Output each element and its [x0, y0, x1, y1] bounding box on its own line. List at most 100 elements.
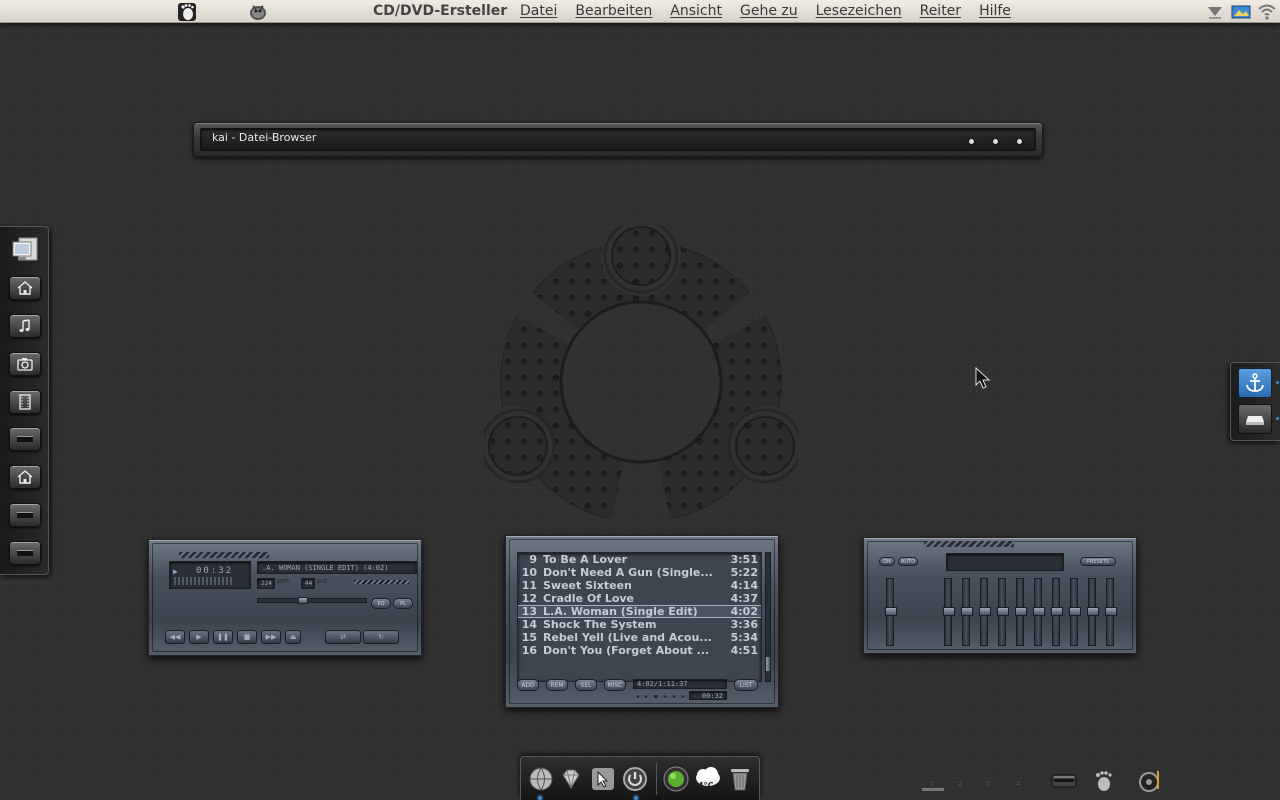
eject-button[interactable]: ⏏ — [285, 630, 301, 644]
drive-icon[interactable] — [1051, 768, 1077, 794]
equalizer-window[interactable]: ON AUTO PRESETS — [863, 537, 1137, 654]
play-button[interactable]: ▶ — [189, 630, 209, 644]
equalizer-grip[interactable] — [924, 541, 1014, 547]
anchor-icon[interactable] — [1238, 368, 1272, 398]
volume-slider[interactable] — [354, 580, 409, 584]
playlist-misc-button[interactable]: MISC — [604, 679, 626, 691]
power-icon[interactable] — [621, 765, 649, 793]
gnome-foot-icon[interactable] — [176, 1, 198, 22]
playlist-row-selected[interactable]: 13 L.A. Woman (Single Edit) 4:02 — [518, 605, 761, 618]
playlist-row[interactable]: 11 Sweet Sixteen 4:14 — [518, 579, 761, 592]
home-folder-icon[interactable] — [9, 276, 41, 300]
menu-lesezeichen[interactable]: Lesezeichen — [816, 3, 902, 19]
computer-icon[interactable] — [9, 235, 41, 265]
playlist-row[interactable]: 12 Cradle Of Love 4:37 — [518, 592, 761, 605]
shuffle-button[interactable]: ⇄ — [325, 630, 361, 644]
eq-toggle-button[interactable]: EQ — [371, 598, 391, 609]
menu-reiter[interactable]: Reiter — [920, 3, 961, 19]
menu-hilfe[interactable]: Hilfe — [979, 3, 1011, 19]
playlist-row[interactable]: 10 Don't Need A Gun (Single... 5:22 — [518, 566, 761, 579]
elapsed-time: 00:32 — [196, 566, 234, 576]
eq-band-slider[interactable] — [1051, 578, 1063, 646]
workspace-3[interactable]: 3 — [986, 780, 990, 788]
eq-band-slider[interactable] — [979, 578, 991, 646]
workspace-2[interactable]: 2 — [958, 780, 962, 788]
eq-band-slider[interactable] — [1015, 578, 1027, 646]
playlist-row[interactable]: 15 Rebel Yell (Live and Acou... 5:34 — [518, 631, 761, 644]
playlist-row[interactable]: 9 To Be A Lover 3:51 — [518, 553, 761, 566]
eq-band-slider[interactable] — [1033, 578, 1045, 646]
track-title: To Be A Lover — [543, 553, 628, 566]
workspace-1[interactable]: 1 — [930, 780, 934, 788]
eq-band-slider[interactable] — [961, 578, 973, 646]
menu-ansicht[interactable]: Ansicht — [670, 3, 722, 19]
gimp-icon[interactable] — [247, 1, 269, 22]
playlist-mini-controls[interactable]: ◂ ▸ ▪ ▸ ▸ ▸ — [636, 693, 687, 700]
home-folder-icon[interactable] — [9, 465, 41, 489]
visualizer — [174, 577, 234, 585]
playlist-elapsed: 00:32 — [689, 691, 727, 700]
pointer-icon[interactable] — [589, 765, 617, 793]
drive-icon[interactable] — [9, 503, 41, 527]
repeat-button[interactable]: ↻ — [363, 630, 399, 644]
playlist-select-button[interactable]: SEL — [575, 679, 597, 691]
menu-gehe-zu[interactable]: Gehe zu — [740, 3, 798, 19]
eq-auto-button[interactable]: AUTO — [898, 557, 918, 566]
videos-folder-icon[interactable] — [9, 390, 41, 414]
player-grip[interactable] — [179, 552, 269, 558]
drive-icon[interactable] — [9, 541, 41, 565]
pl-toggle-button[interactable]: PL — [393, 598, 413, 609]
playlist-row[interactable]: 16 Don't You (Forget About ... 4:51 — [518, 644, 761, 657]
eq-band-slider[interactable] — [1069, 578, 1081, 646]
download-icon[interactable] — [1204, 1, 1226, 22]
eq-band-slider[interactable] — [1105, 578, 1117, 646]
previous-button[interactable]: ◀◀ — [165, 630, 185, 644]
trash-icon[interactable] — [726, 765, 754, 793]
track-title: Cradle Of Love — [543, 592, 635, 605]
eq-band-slider[interactable] — [943, 578, 955, 646]
display-icon[interactable] — [1230, 1, 1252, 22]
khz-label: KHZ — [317, 579, 328, 585]
menu-datei[interactable]: Datei — [520, 3, 557, 19]
next-button[interactable]: ▶▶ — [261, 630, 281, 644]
scrollbar-thumb[interactable] — [766, 657, 770, 671]
playlist-remove-button[interactable]: REM — [546, 679, 568, 691]
workspace-active-indicator — [922, 788, 944, 791]
running-indicator — [634, 796, 638, 800]
pictures-folder-icon[interactable] — [9, 352, 41, 376]
ubuntu-logo-wallpaper — [484, 226, 798, 518]
maximize-button[interactable] — [993, 139, 998, 144]
file-browser-titlebar[interactable]: kai - Datei-Browser — [200, 128, 1036, 151]
file-browser-window[interactable]: kai - Datei-Browser — [193, 122, 1043, 157]
eq-band-slider[interactable] — [997, 578, 1009, 646]
globe-icon[interactable] — [527, 765, 555, 793]
wifi-icon[interactable] — [1256, 1, 1278, 22]
drive-icon[interactable] — [9, 427, 41, 451]
pause-button[interactable]: ❚❚ — [213, 630, 233, 644]
playlist-list-button[interactable]: LIST — [734, 679, 758, 691]
eq-on-button[interactable]: ON — [879, 557, 895, 566]
playlist-scrollbar[interactable] — [765, 552, 771, 682]
gnome-foot-icon[interactable] — [1090, 768, 1116, 794]
green-orb-icon[interactable] — [662, 765, 690, 793]
stop-button[interactable]: ■ — [237, 630, 257, 644]
playlist-window[interactable]: 9 To Be A Lover 3:51 10 Don't Need A Gun… — [505, 535, 779, 708]
eq-band-slider[interactable] — [1087, 578, 1099, 646]
seek-handle[interactable] — [298, 597, 308, 604]
gem-icon[interactable] — [557, 765, 585, 793]
volume-icon[interactable] — [1137, 768, 1163, 794]
seek-bar[interactable] — [257, 597, 367, 604]
music-folder-icon[interactable] — [9, 314, 41, 338]
close-button[interactable] — [1017, 139, 1022, 144]
workspace-4[interactable]: 4 — [1016, 780, 1020, 788]
playlist-track-list[interactable]: 9 To Be A Lover 3:51 10 Don't Need A Gun… — [517, 552, 762, 682]
playlist-row[interactable]: 14 Shock The System 3:36 — [518, 618, 761, 631]
eq-preamp-slider[interactable] — [885, 578, 897, 646]
minimize-button[interactable] — [969, 139, 974, 144]
playlist-add-button[interactable]: ADD — [517, 679, 539, 691]
menu-bearbeiten[interactable]: Bearbeiten — [575, 3, 652, 19]
audio-player-main[interactable]: ▶ 00:32 .A. WOMAN (SINGLE EDIT) (4:02) 2… — [148, 539, 422, 656]
eq-presets-button[interactable]: PRESETS — [1080, 557, 1116, 566]
playback-time-display[interactable]: ▶ 00:32 — [169, 561, 251, 589]
drive-icon[interactable] — [1238, 404, 1272, 434]
